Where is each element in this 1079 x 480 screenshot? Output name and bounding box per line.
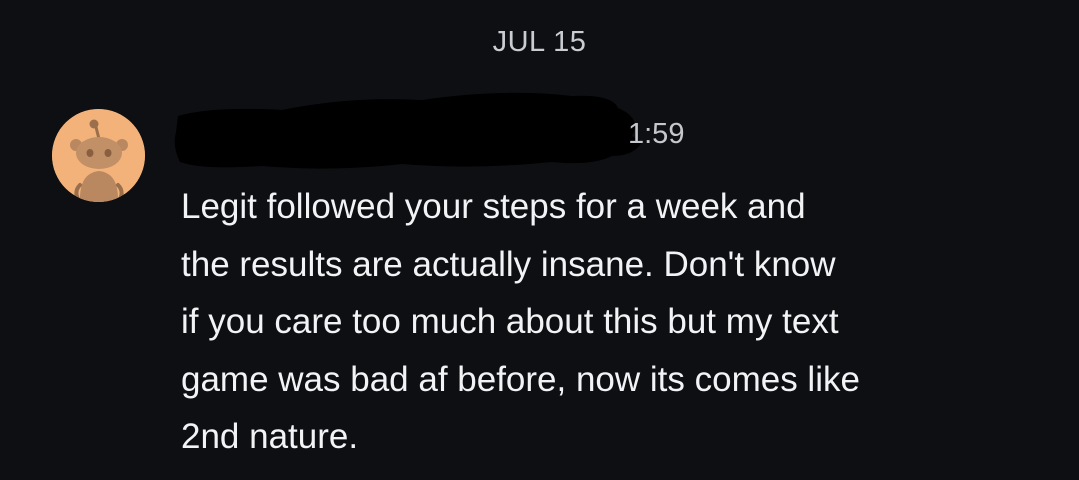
- reddit-snoo-avatar-icon: [52, 109, 145, 202]
- redacted-sender-name: [172, 86, 642, 172]
- message-line: if you care too much about this but my t…: [181, 302, 839, 341]
- message-line: Legit followed your steps for a week and: [181, 187, 806, 226]
- message-line: the results are actually insane. Don't k…: [181, 244, 836, 284]
- message-body[interactable]: Legit followed your steps for a week and…: [181, 178, 1061, 466]
- message-timestamp: 1:59: [628, 118, 685, 150]
- message-line: 2nd nature.: [181, 417, 359, 456]
- sender-avatar[interactable]: [52, 109, 145, 202]
- message-line: game was bad af before, now its comes li…: [181, 359, 860, 399]
- date-divider: JUL 15: [492, 26, 587, 58]
